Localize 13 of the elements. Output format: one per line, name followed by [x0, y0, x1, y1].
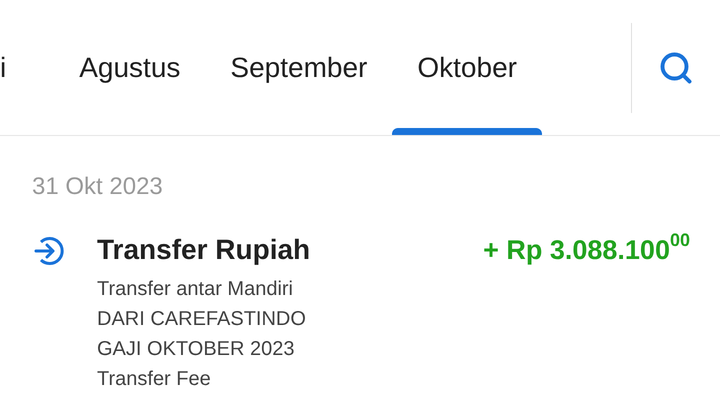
- transaction-title: Transfer Rupiah: [97, 233, 310, 267]
- transaction-detail: Transfer Fee: [97, 367, 212, 392]
- transaction-detail: Transfer antar Mandiri: [97, 277, 294, 302]
- transaction-amount: + Rp 3.088.100$^{00}$: [483, 229, 690, 267]
- transaction-detail: GAJI OKTOBER 2023: [97, 337, 296, 362]
- search-icon: [658, 50, 694, 86]
- date-label: 31 Okt 2023: [32, 172, 164, 202]
- month-tab[interactable]: Oktober: [392, 0, 542, 135]
- transaction-detail: DARI CAREFASTINDO: [97, 307, 307, 332]
- month-tab[interactable]: i: [0, 0, 54, 135]
- month-tab[interactable]: September: [205, 0, 392, 135]
- transfer-in-icon: [33, 235, 65, 267]
- month-tab[interactable]: Agustus: [54, 0, 206, 135]
